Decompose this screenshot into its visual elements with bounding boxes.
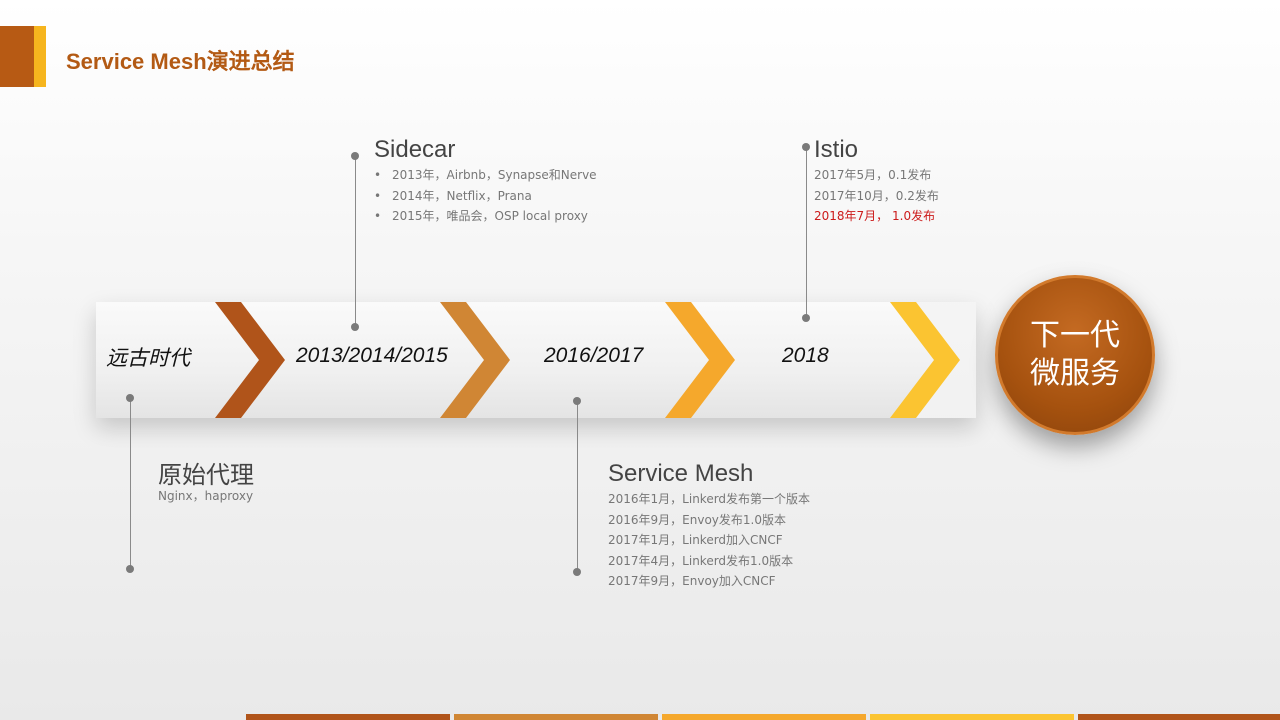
connector-dot-service-mesh-bottom [573,568,581,576]
connector-dot-istio-bottom [802,314,810,322]
connector-dot-sidecar-bottom [351,323,359,331]
sidecar-title: Sidecar [374,136,456,163]
footer-bar-3 [662,714,866,720]
service-mesh-item: 2016年9月，Envoy发布1.0版本 [608,512,786,527]
istio-title: Istio [814,136,859,163]
connector-dot-primitive-top [126,394,134,402]
connector-line-primitive [130,398,131,569]
connector-dot-sidecar-top [351,152,359,160]
connector-dot-primitive-bottom [126,565,134,573]
istio-item: 2017年5月，0.1发布 [814,168,932,182]
istio-list: 2017年5月，0.1发布 2017年10月，0.2发布 2018年7月， 1.… [814,165,939,227]
footer-bar-2 [454,714,658,720]
service-mesh-item: 2016年1月，Linkerd发布第一个版本 [608,492,811,506]
footer-bar-1 [246,714,450,720]
connector-line-sidecar [355,156,356,327]
footer-bar-5 [1078,714,1280,720]
primitive-proxy-title: 原始代理 [158,462,254,489]
era-label-2018: 2018 [782,344,829,367]
service-mesh-list: 2016年1月，Linkerd发布第一个版本 2016年9月，Envoy发布1.… [608,489,810,592]
sidecar-item: 2014年，Netflix，Prana [374,186,597,207]
istio-item-highlight: 2018年7月， 1.0发布 [814,209,936,224]
service-mesh-item: 2017年9月，Envoy加入CNCF [608,574,776,589]
service-mesh-item: 2017年1月，Linkerd加入CNCF [608,533,783,548]
era-label-2013-2015: 2013/2014/2015 [296,344,448,367]
sidecar-item: 2013年，Airbnb，Synapse和Nerve [374,165,597,186]
connector-line-istio [806,147,807,318]
service-mesh-title: Service Mesh [608,460,754,487]
circle-line-2: 微服务 [1030,356,1120,391]
era-label-2016-2017: 2016/2017 [544,344,644,367]
connector-line-service-mesh [577,401,578,572]
sidecar-list: 2013年，Airbnb，Synapse和Nerve 2014年，Netflix… [374,165,597,227]
istio-item: 2017年10月，0.2发布 [814,188,939,203]
next-gen-microservices-circle: 下一代 微服务 [995,275,1155,435]
footer-bar-4 [870,714,1074,720]
sidecar-item: 2015年，唯品会，OSP local proxy [374,206,597,227]
connector-dot-service-mesh-top [573,397,581,405]
timeline: 远古时代 2013/2014/2015 2016/2017 2018 下一代 微… [0,0,1280,720]
service-mesh-item: 2017年4月，Linkerd发布1.0版本 [608,553,794,568]
circle-line-1: 下一代 [1030,318,1120,353]
era-label-ancient: 远古时代 [106,347,190,370]
primitive-proxy-item: Nginx，haproxy [158,489,254,503]
primitive-proxy-list: Nginx，haproxy [158,486,253,507]
connector-dot-istio-top [802,143,810,151]
